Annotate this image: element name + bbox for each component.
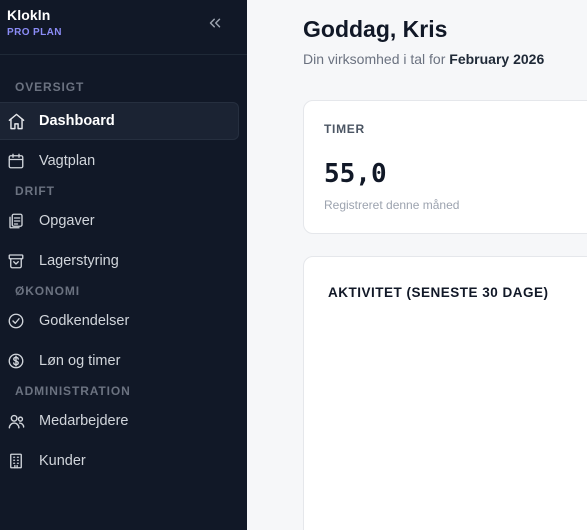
sidebar-item-label: Opgaver: [39, 213, 95, 229]
activity-card: AKTIVITET (SENESTE 30 DAGE): [303, 256, 587, 530]
sidebar-item-label: Kunder: [39, 453, 86, 469]
building-icon: [6, 451, 26, 471]
plan-badge: PRO PLAN: [7, 27, 62, 38]
hours-value: 55,0: [324, 159, 387, 189]
hours-note: Registreret denne måned: [324, 198, 460, 212]
sidebar-item-label: Lagerstyring: [39, 253, 119, 269]
users-icon: [6, 411, 26, 431]
sidebar-item-label: Løn og timer: [39, 353, 121, 369]
sidebar-item-dashboard[interactable]: Dashboard: [0, 102, 239, 140]
archive-box-icon: [6, 251, 26, 271]
hours-card-label: TIMER: [324, 122, 365, 136]
brand[interactable]: Klokln PRO PLAN: [7, 7, 62, 38]
activity-card-title: AKTIVITET (SENESTE 30 DAGE): [328, 285, 549, 300]
brand-name: Klokln: [7, 7, 51, 23]
clipboard-icon: [6, 211, 26, 231]
home-icon: [6, 111, 26, 131]
page-title: Goddag, Kris: [303, 16, 448, 42]
sidebar-item-label: Medarbejdere: [39, 413, 129, 429]
main-content: Goddag, Kris Din virksomhed i tal for Fe…: [247, 0, 587, 530]
hours-card: TIMER 55,0 Registreret denne måned: [303, 100, 587, 234]
sidebar-item-vagtplan[interactable]: Vagtplan: [0, 142, 239, 180]
sidebar-item-kunder[interactable]: Kunder: [0, 442, 239, 480]
period-label: February 2026: [449, 51, 545, 67]
page-subtitle: Din virksomhed i tal for February 2026: [303, 51, 544, 67]
section-label-oversigt: OVERSIGT: [15, 80, 85, 94]
divider: [0, 54, 247, 55]
chevrons-left-icon: [209, 18, 221, 28]
subtitle-text: Din virksomhed i tal for: [303, 51, 446, 67]
sidebar-item-opgaver[interactable]: Opgaver: [0, 202, 239, 240]
section-label-drift: DRIFT: [15, 184, 55, 198]
sidebar-item-lagerstyring[interactable]: Lagerstyring: [0, 242, 239, 280]
sidebar: Klokln PRO PLAN OVERSIGT Dashboard Vagtp…: [0, 0, 247, 530]
sidebar-item-lon-og-timer[interactable]: Løn og timer: [0, 342, 239, 380]
check-circle-icon: [6, 311, 26, 331]
sidebar-item-label: Godkendelser: [39, 313, 130, 329]
section-label-administration: ADMINISTRATION: [15, 384, 131, 398]
sidebar-item-label: Vagtplan: [39, 153, 96, 169]
collapse-sidebar-button[interactable]: [204, 12, 226, 34]
sidebar-item-medarbejdere[interactable]: Medarbejdere: [0, 402, 239, 440]
sidebar-item-godkendelser[interactable]: Godkendelser: [0, 302, 239, 340]
sidebar-item-label: Dashboard: [39, 113, 115, 129]
calendar-icon: [6, 151, 26, 171]
section-label-okonomi: ØKONOMI: [15, 284, 80, 298]
dollar-circle-icon: [6, 351, 26, 371]
